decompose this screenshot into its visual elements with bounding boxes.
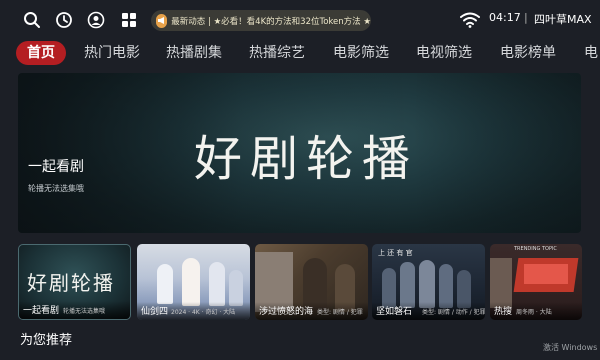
banner-subtitle: 轮播无法选集哦 bbox=[28, 184, 84, 193]
thumbnail-subtitle: 周冬雨 · 大陆 bbox=[516, 309, 552, 316]
nav-tab-variety[interactable]: 热播综艺 bbox=[249, 41, 305, 65]
thumbnail-subtitle: 轮播无法选集哦 bbox=[63, 308, 106, 315]
banner-title: 一起看剧 bbox=[28, 159, 84, 175]
megaphone-icon bbox=[156, 13, 168, 28]
show-thumbnail[interactable]: TRENDING TOPIC 热搜 周冬雨 · 大陆 bbox=[490, 244, 582, 320]
history-icon[interactable] bbox=[54, 10, 74, 30]
nav-tab-more[interactable]: 电 bbox=[584, 41, 598, 65]
thumbnail-subtitle: 类型: 剧情 / 动作 / 犯罪 bbox=[422, 309, 485, 316]
announcement-banner[interactable]: 最新动态 | ★必看！看4K的方法和32位Token方法 ★ bbox=[151, 10, 371, 31]
status-separator: | bbox=[524, 11, 528, 24]
thumbnail-title: 坚如磐石 bbox=[376, 307, 413, 317]
thumbnail-title: 涉过愤怒的海 bbox=[259, 307, 314, 317]
thumbnail-subtitle: 类型: 剧情 / 犯罪 bbox=[317, 309, 363, 316]
thumbnail-calligraphy: 好剧轮播 bbox=[27, 271, 115, 295]
windows-activation-watermark: 激活 Windows bbox=[543, 343, 598, 352]
section-title: 为您推荐 bbox=[20, 333, 73, 348]
thumbnail-title: 仙剑四 bbox=[141, 307, 169, 317]
thumbnail-title: 热搜 bbox=[494, 307, 513, 317]
nav-tab-tv-filter[interactable]: 电视筛选 bbox=[416, 41, 472, 65]
poster-text: TRENDING TOPIC bbox=[514, 246, 557, 252]
show-thumbnail[interactable]: 上 还 有 官 坚如磐石 类型: 剧情 / 动作 / 犯罪 bbox=[372, 244, 485, 320]
top-bar: 最新动态 | ★必看！看4K的方法和32位Token方法 ★ 04:17 | 四… bbox=[0, 0, 600, 40]
poster-text: 上 还 有 官 bbox=[378, 249, 413, 257]
nav-tab-hot-movies[interactable]: 热门电影 bbox=[84, 41, 140, 65]
wifi-icon bbox=[459, 10, 481, 30]
search-icon[interactable] bbox=[22, 10, 42, 30]
app-brand: 四叶草MAX bbox=[534, 13, 592, 26]
category-nav: 首页 热门电影 热播剧集 热播综艺 电影筛选 电视筛选 电影榜单 电 bbox=[0, 38, 600, 68]
banner-calligraphy-title: 好剧轮播 bbox=[194, 131, 419, 187]
show-thumbnail[interactable]: 仙剑四 2024 · 4K · 奇幻 · 大陆 bbox=[137, 244, 250, 320]
nav-tab-movie-filter[interactable]: 电影筛选 bbox=[333, 41, 389, 65]
clock: 04:17 bbox=[489, 11, 521, 24]
hero-banner[interactable]: 好剧轮播 一起看剧 轮播无法选集哦 bbox=[18, 73, 581, 233]
announcement-text: 最新动态 | ★必看！看4K的方法和32位Token方法 ★ bbox=[171, 16, 371, 27]
user-icon[interactable] bbox=[86, 10, 106, 30]
show-thumbnail[interactable]: 涉过愤怒的海 类型: 剧情 / 犯罪 bbox=[255, 244, 368, 320]
nav-tab-hot-series[interactable]: 热播剧集 bbox=[166, 41, 222, 65]
carousel-thumbnail[interactable]: 好剧轮播 一起看剧 轮播无法选集哦 bbox=[18, 244, 131, 320]
thumbnail-title: 一起看剧 bbox=[23, 306, 60, 316]
thumbnail-subtitle: 2024 · 4K · 奇幻 · 大陆 bbox=[171, 309, 236, 316]
nav-tab-movie-rankings[interactable]: 电影榜单 bbox=[500, 41, 556, 65]
nav-tab-home[interactable]: 首页 bbox=[16, 41, 66, 65]
grid-icon[interactable] bbox=[119, 10, 139, 30]
